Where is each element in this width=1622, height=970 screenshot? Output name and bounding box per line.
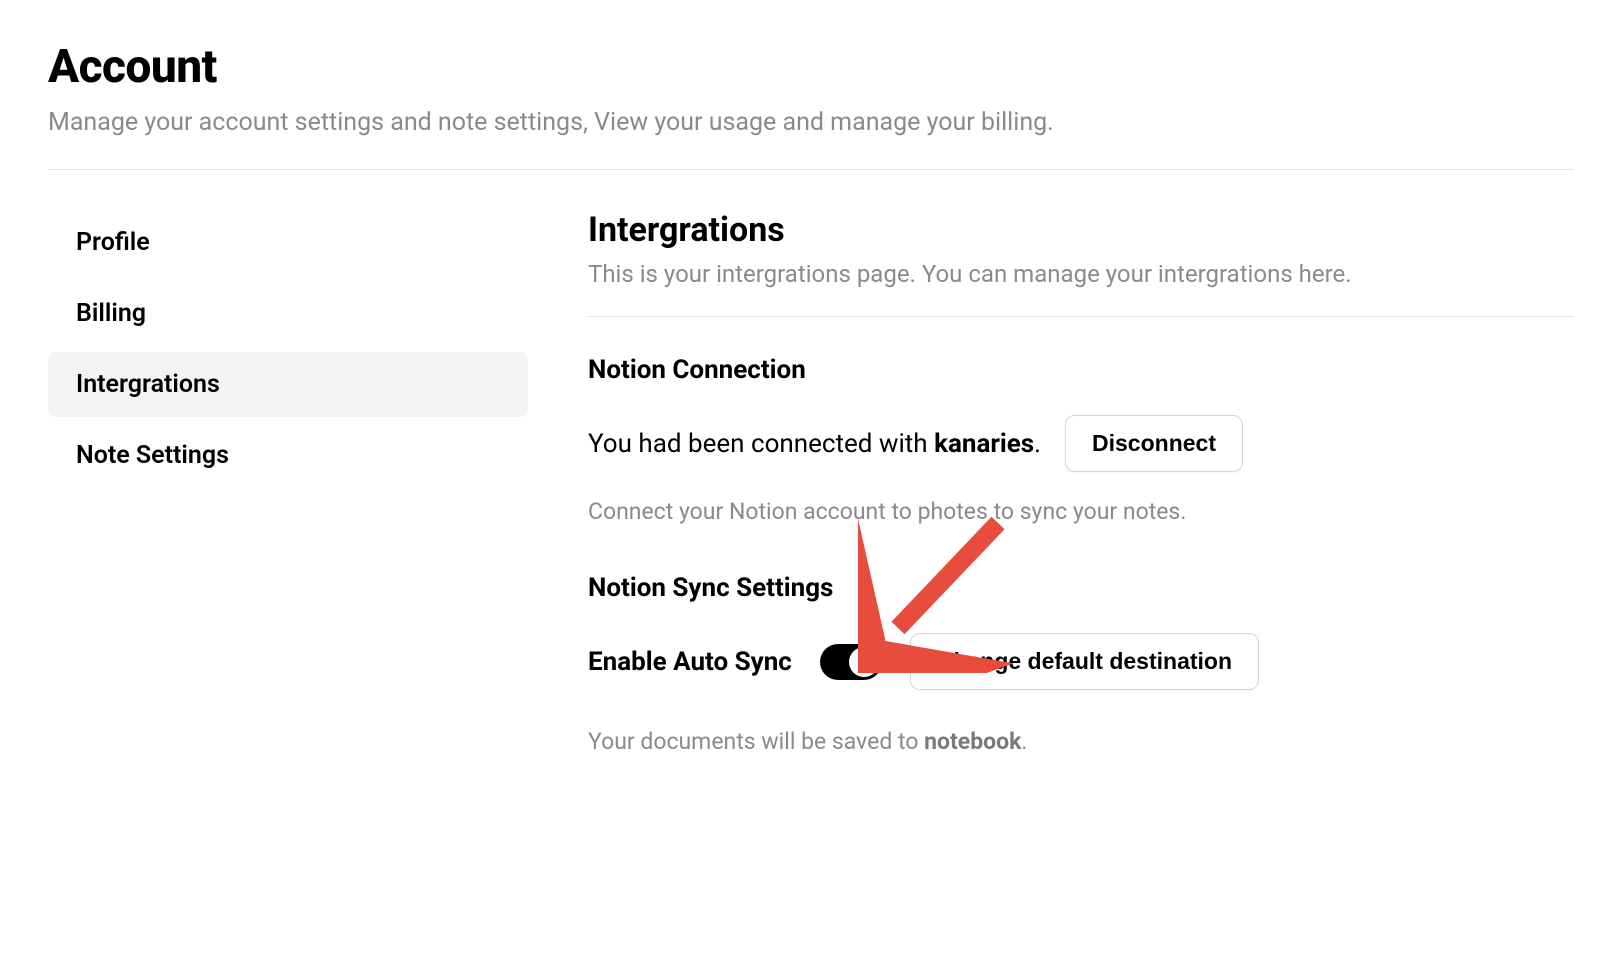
connection-row: You had been connected with kanaries. Di… bbox=[588, 415, 1574, 472]
page-subtitle: Manage your account settings and note se… bbox=[48, 108, 1574, 137]
main-content: Intergrations This is your intergrations… bbox=[588, 210, 1574, 755]
notion-connection-heading: Notion Connection bbox=[588, 355, 1574, 385]
sync-settings-heading: Notion Sync Settings bbox=[588, 573, 1574, 603]
connection-workspace: kanaries bbox=[934, 429, 1034, 459]
section-subtitle: This is your intergrations page. You can… bbox=[588, 260, 1574, 288]
destination-suffix: . bbox=[1021, 728, 1027, 755]
sidebar-item-integrations[interactable]: Intergrations bbox=[48, 352, 528, 417]
header-divider bbox=[48, 169, 1574, 170]
section-title: Intergrations bbox=[588, 210, 1574, 250]
sidebar-item-note-settings[interactable]: Note Settings bbox=[48, 423, 528, 488]
auto-sync-toggle[interactable] bbox=[820, 644, 882, 680]
destination-prefix: Your documents will be saved to bbox=[588, 728, 924, 755]
destination-value: notebook bbox=[924, 728, 1021, 755]
sidebar: Profile Billing Intergrations Note Setti… bbox=[48, 210, 528, 755]
change-destination-button[interactable]: Change default destination bbox=[910, 633, 1259, 690]
destination-text: Your documents will be saved to notebook… bbox=[588, 728, 1574, 755]
connection-status-suffix: . bbox=[1034, 429, 1041, 459]
toggle-knob bbox=[849, 647, 879, 677]
sidebar-item-profile[interactable]: Profile bbox=[48, 210, 528, 275]
section-divider bbox=[588, 316, 1574, 317]
connection-helper: Connect your Notion account to photes to… bbox=[588, 498, 1574, 525]
sync-row: Enable Auto Sync Change default destinat… bbox=[588, 633, 1574, 690]
connection-status-prefix: You had been connected with bbox=[588, 429, 934, 459]
page-title: Account bbox=[48, 40, 1574, 94]
disconnect-button[interactable]: Disconnect bbox=[1065, 415, 1243, 472]
auto-sync-label: Enable Auto Sync bbox=[588, 647, 792, 677]
sidebar-item-billing[interactable]: Billing bbox=[48, 281, 528, 346]
connection-status: You had been connected with kanaries. bbox=[588, 429, 1041, 459]
